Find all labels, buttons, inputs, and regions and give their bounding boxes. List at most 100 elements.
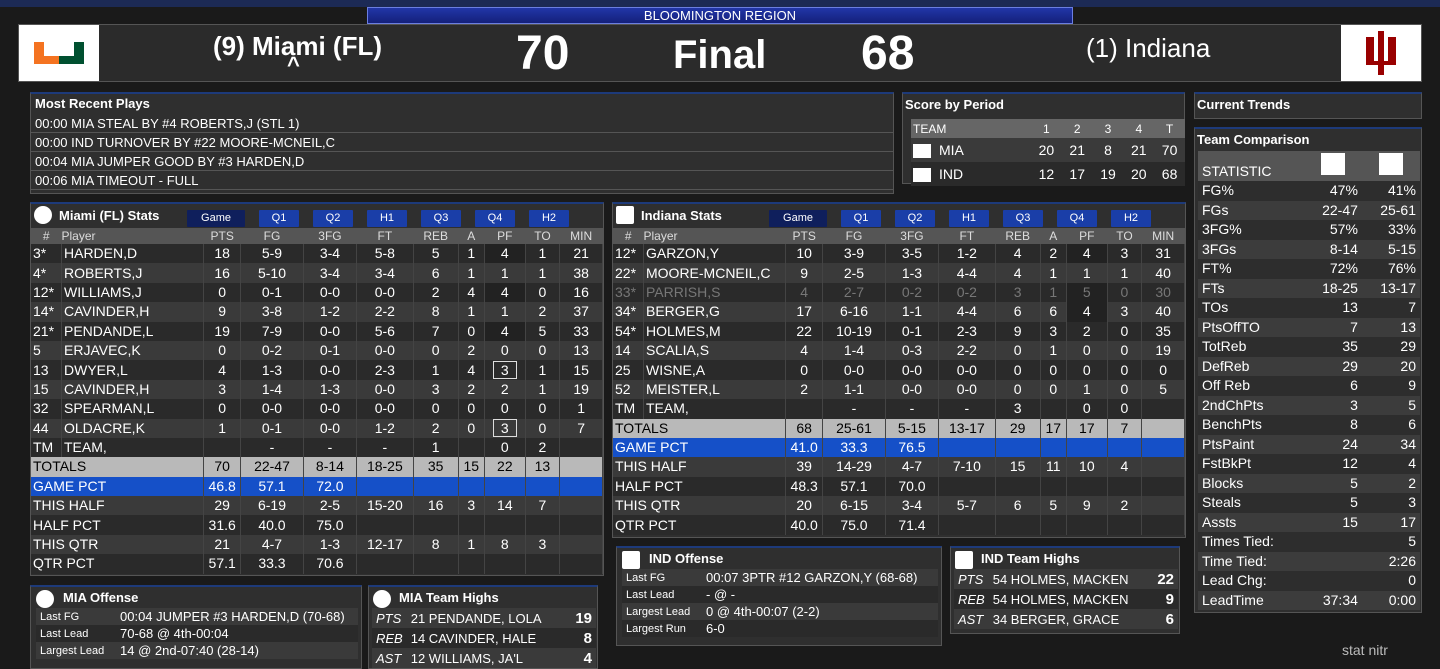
stat-cell: 1 [484,302,526,322]
stat-cell: 0-3 [885,340,939,361]
stat-value: 12 [1303,454,1362,474]
summary-cell: 18-25 [356,457,414,477]
summary-row-totals: TOTALS 70 22-47 8-14 18-25 35 15 22 13 [31,457,603,477]
stat-cell: 0-1 [240,418,305,438]
stat-cell [1040,399,1067,419]
summary-cell: 14-29 [822,457,887,477]
stat-cell: 2 [525,437,561,458]
player-name: PARRISH,S [643,282,787,303]
tab-q4[interactable]: Q4 [475,210,515,227]
panel-title: MIA Team Highs [399,590,499,605]
tab-game[interactable]: Game [769,210,827,227]
period-table: TEAM 1 2 3 4 T MIA 20 21 8 21 70 IND 12 … [911,119,1185,186]
stat-cell: 7 [559,418,603,438]
stat-cell: 0-2 [938,282,996,303]
stat-cell: 2 [484,379,526,400]
tab-game[interactable]: Game [187,210,245,227]
stat-cell [458,437,485,458]
summary-cell: 15 [458,457,485,477]
player-name: HOLMES,M [643,321,787,341]
tab-h1[interactable]: H1 [949,210,989,227]
summary-cell: 14 [484,496,526,516]
stat-value: 3 [1303,395,1362,415]
stat-cell: 4* [31,263,62,283]
col-header: T [1165,121,1174,136]
stat-cell: 7 [413,321,459,341]
offense-label: Last FG [36,608,116,625]
tab-q2[interactable]: Q2 [313,210,353,227]
stat-cell [203,437,241,458]
mia-offense-panel: MIA Offense Last FG 00:04 JUMPER #3 HARDE… [30,585,362,669]
tab-q2[interactable]: Q2 [895,210,935,227]
summary-cell: 35 [413,457,459,477]
stat-cell: 3-8 [240,302,305,322]
stat-cell: 0 [458,418,485,438]
summary-cell [1107,515,1143,535]
tab-q1[interactable]: Q1 [841,210,881,227]
stat-cell: 2-5 [822,263,887,283]
indiana-logo-icon [1361,151,1420,181]
indiana-logo-icon [913,168,931,183]
summary-cell: 16 [413,496,459,516]
period-score: 19 [1100,166,1116,182]
summary-cell [458,515,485,535]
summary-cell: 2 [1107,496,1143,516]
stat-cell: 7-9 [240,321,305,341]
stat-cell: 0 [413,340,459,361]
stat-cell: 0-0 [938,360,996,380]
tab-h2[interactable]: H2 [1111,210,1151,227]
tab-h1[interactable]: H1 [367,210,407,227]
stat-value: 8-14 [1303,239,1362,259]
summary-cell: 17 [1040,418,1067,438]
highs-stat: PTS [954,569,989,589]
stat-cell: 0-0 [303,360,357,380]
stat-cell: 52 [613,379,644,400]
tab-q1[interactable]: Q1 [259,210,299,227]
stat-cell: 6-16 [822,302,887,322]
tab-h2[interactable]: H2 [529,210,569,227]
stat-cell: 0 [1040,379,1067,400]
summary-cell: 75.0 [822,515,887,535]
stat-cell: 0-0 [885,379,939,400]
summary-label: THIS HALF [31,496,205,516]
player-name: CAVINDER,H [61,379,205,400]
tab-q3[interactable]: Q3 [421,210,461,227]
stat-name: TotReb [1198,337,1304,357]
panel-title: Team Comparison [1197,132,1310,147]
indiana-stats-panel: Indiana Stats Game Q1 Q2 H1 Q3 Q4 H2 # Player PT… [612,202,1186,538]
summary-cell: 1 [458,534,485,555]
stat-cell: 4-4 [938,302,996,322]
stat-cell: 3* [31,244,62,264]
summary-cell: 3 [458,496,485,516]
summary-cell: 17 [1066,418,1108,438]
stat-cell: 2 [458,379,485,400]
miami-box-score: # Player PTS FG 3FG FT REB A PF TO MIN 3* HARDEN,D 18… [31,228,603,574]
col-header: FG [822,228,886,244]
stat-value [1303,571,1362,591]
summary-cell: 3-4 [885,496,939,516]
col-header: FT [938,228,996,244]
comparison-row: DefReb 29 20 [1198,356,1420,376]
tab-q4[interactable]: Q4 [1057,210,1097,227]
stat-name: DefReb [1198,356,1304,376]
stat-name: PtsOffTO [1198,317,1304,337]
stat-value: 5 [1303,473,1362,493]
stat-cell: - [240,437,305,458]
summary-cell [559,534,603,555]
stat-cell: - [356,437,414,458]
stat-cell: TM [31,437,62,458]
stat-cell: 0 [484,399,526,419]
stat-cell: 0 [1107,321,1143,341]
stat-value: 7 [1361,298,1420,318]
stat-cell: - [938,399,996,419]
play-item: 00:00 MIA STEAL BY #4 ROBERTS,J (STL 1) [31,114,893,133]
tab-q3[interactable]: Q3 [1003,210,1043,227]
offense-row: Largest Lead 14 @ 2nd-07:40 (28-14) [36,642,358,659]
table-row: 13 DWYER,L 4 1-3 0-0 2-3 1 4 3 1 15 [31,360,603,380]
player-name: DWYER,L [61,360,205,380]
stat-cell: 15 [559,360,603,380]
stat-cell: 0 [1107,340,1143,361]
summary-cell: 7 [1107,418,1143,438]
stat-cell: 5-6 [356,321,414,341]
stat-cell: 1 [525,360,561,380]
